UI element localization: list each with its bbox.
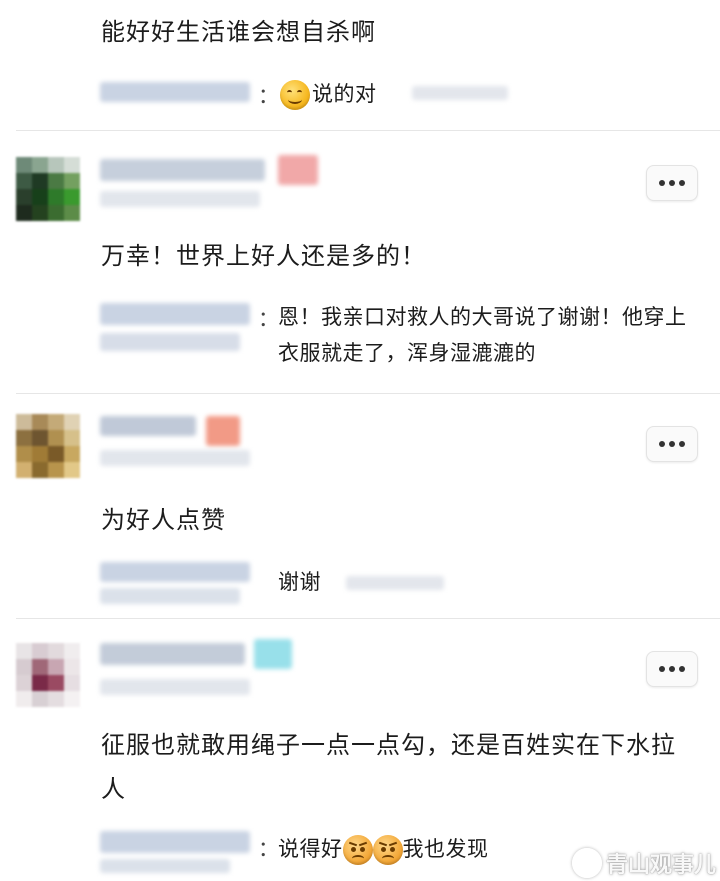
user-name[interactable] (100, 643, 245, 665)
avatar[interactable] (16, 414, 80, 478)
reply-separator: ： (258, 837, 279, 861)
comment-text: 能好好生活谁会想自杀啊 (101, 18, 376, 46)
user-name[interactable] (100, 416, 196, 436)
angry-emoji (342, 835, 373, 865)
more-options-icon (659, 180, 685, 186)
avatar[interactable] (16, 643, 80, 707)
reply-author-name[interactable] (100, 78, 260, 108)
avatar[interactable] (16, 157, 80, 221)
user-name[interactable] (100, 159, 265, 181)
reply-text: 谢谢 (278, 570, 321, 594)
watermark: 青山观事儿 (571, 847, 716, 879)
comment-item: 万幸！世界上好人还是多的！ ： 恩！我亲口对救人的大哥说了谢谢！他穿上衣服就走了… (0, 131, 720, 393)
more-options-button[interactable] (646, 165, 698, 201)
user-badge (254, 639, 292, 669)
reply-text: 恩！我亲口对救人的大哥说了谢谢！他穿上衣服就走了，浑身湿漉漉的 (278, 305, 687, 365)
user-meta (100, 450, 250, 466)
watermark-text: 青山观事儿 (605, 853, 716, 878)
blurred-timestamp (412, 86, 508, 100)
user-meta (100, 679, 250, 695)
user-badge (278, 155, 318, 185)
angry-emoji (372, 835, 403, 865)
comment-item: 为好人点赞 谢谢 (0, 394, 720, 618)
more-options-button[interactable] (646, 651, 698, 687)
comment-text: 征服也就敢用绳子一点一点勾，还是百姓实在下水拉人 (101, 731, 676, 803)
user-badge (206, 416, 240, 446)
blurred-timestamp (346, 576, 444, 590)
reply-author-name[interactable] (100, 303, 260, 351)
more-options-icon (659, 666, 685, 672)
user-meta (100, 191, 260, 207)
more-options-icon (659, 441, 685, 447)
smile-emoji (280, 80, 310, 110)
comment-text: 万幸！世界上好人还是多的！ (101, 242, 426, 270)
watermark-logo-icon (571, 848, 602, 878)
comment-text: 为好人点赞 (101, 506, 226, 534)
reply-separator: ： (258, 84, 279, 108)
reply-separator: ： (258, 307, 279, 331)
more-options-button[interactable] (646, 426, 698, 462)
reply-author-name[interactable] (100, 562, 260, 604)
comment-item: 征服也就敢用绳子一点一点勾，还是百姓实在下水拉人 ： 说得好 我也发现 (0, 619, 720, 881)
comment-item: 能好好生活谁会想自杀啊 ： 说的对 (0, 0, 720, 130)
reply-author-name[interactable] (100, 831, 260, 873)
